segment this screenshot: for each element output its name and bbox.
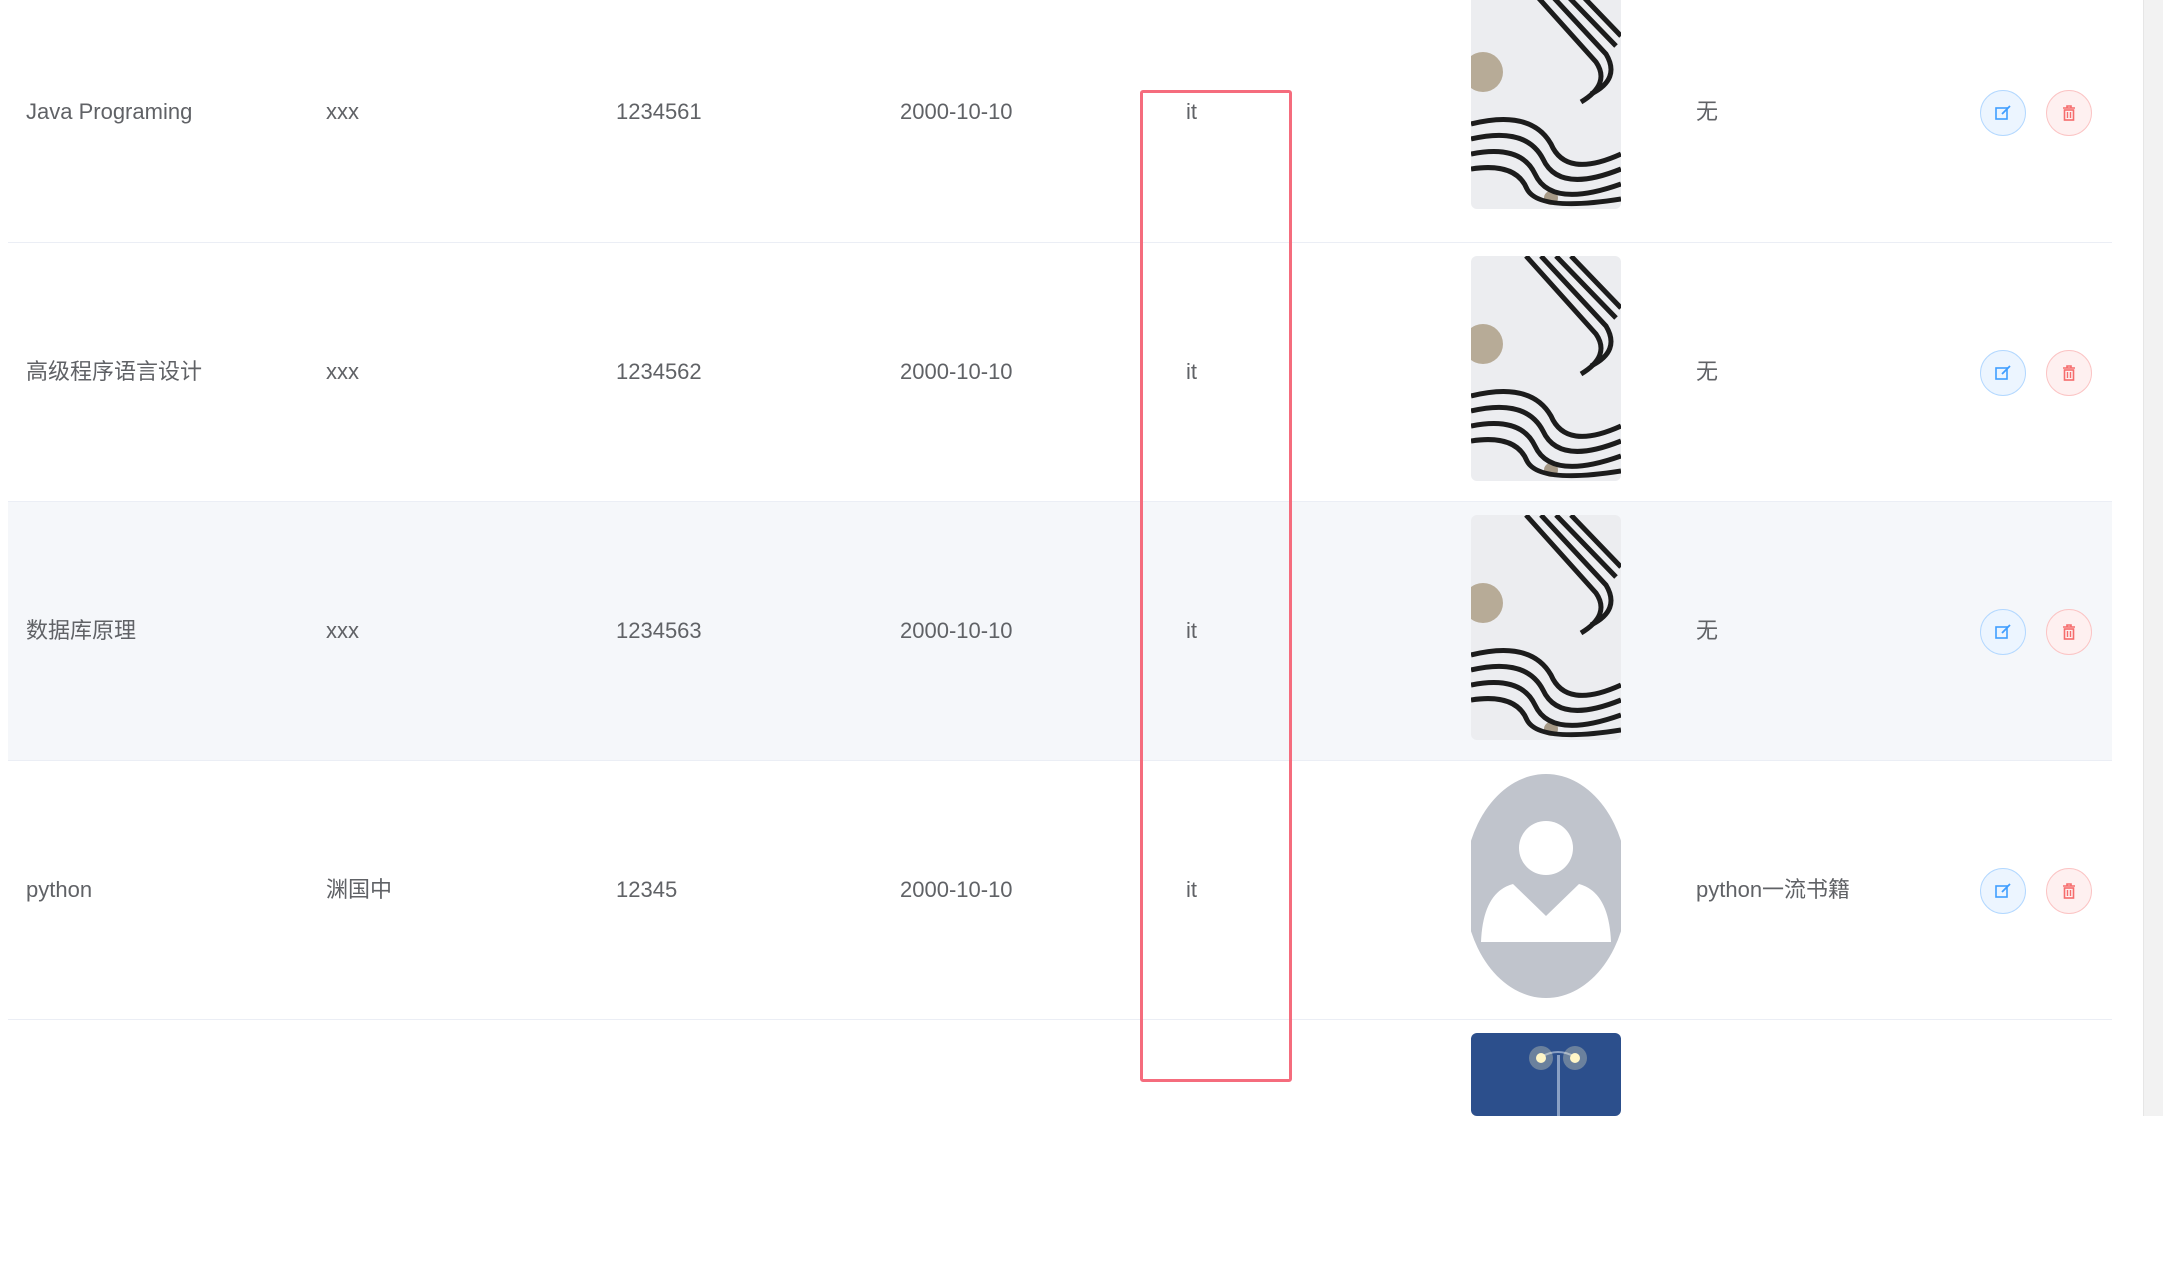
edit-icon — [1995, 365, 2011, 380]
trash-icon — [2063, 105, 2075, 121]
cell-isbn: 12345 — [616, 877, 678, 902]
cell-author: xxx — [326, 359, 359, 384]
trash-icon — [2063, 365, 2075, 381]
cell-note: 无 — [1696, 99, 1719, 124]
table-row: Java Programing xxx 1234561 2000-10-10 i… — [8, 0, 2112, 243]
edit-button[interactable] — [1980, 609, 2026, 655]
ribbon-cover-art — [1471, 256, 1621, 481]
book-cover-image — [1471, 256, 1621, 481]
book-cover-image — [1471, 0, 1621, 209]
cell-name: 高级程序语言设计 — [26, 359, 203, 384]
book-cover-image — [1471, 774, 1621, 999]
delete-button[interactable] — [2046, 609, 2092, 655]
default-avatar-icon — [1471, 774, 1621, 999]
cell-author: xxx — [326, 618, 359, 643]
table-row: 高级程序语言设计 xxx 1234562 2000-10-10 it 无 — [8, 243, 2112, 502]
category-column-highlight — [1140, 90, 1292, 1082]
cell-author: xxx — [326, 99, 359, 124]
ribbon-cover-art — [1471, 0, 1621, 209]
cell-date: 2000-10-10 — [900, 359, 1013, 384]
table-row: python 渊国中 12345 2000-10-10 it python一流书… — [8, 761, 2112, 1020]
delete-button[interactable] — [2046, 350, 2092, 396]
table-row — [8, 1020, 2112, 1279]
cell-date: 2000-10-10 — [900, 618, 1013, 643]
cell-isbn: 1234562 — [616, 359, 702, 384]
edit-button[interactable] — [1980, 90, 2026, 136]
book-cover-image — [1471, 1033, 1621, 1116]
cell-name: Java Programing — [26, 99, 193, 124]
cell-date: 2000-10-10 — [900, 877, 1013, 902]
cell-note: 无 — [1696, 359, 1719, 384]
cell-isbn: 1234561 — [616, 99, 702, 124]
edit-icon — [1995, 624, 2011, 639]
cell-note: python一流书籍 — [1696, 877, 1851, 902]
delete-button[interactable] — [2046, 90, 2092, 136]
vertical-scrollbar[interactable] — [2143, 0, 2163, 1116]
cell-isbn: 1234563 — [616, 618, 702, 643]
delete-button[interactable] — [2046, 868, 2092, 914]
table-row: 数据库原理 xxx 1234563 2000-10-10 it 无 — [8, 502, 2112, 761]
edit-icon — [1995, 883, 2011, 898]
edit-icon — [1995, 105, 2011, 120]
cell-name: python — [26, 877, 93, 902]
ribbon-cover-art — [1471, 515, 1621, 740]
book-cover-image — [1471, 515, 1621, 740]
trash-icon — [2063, 624, 2075, 640]
cell-name: 数据库原理 — [26, 618, 137, 643]
trash-icon — [2063, 883, 2075, 899]
edit-button[interactable] — [1980, 868, 2026, 914]
street-lamp-cover-art — [1471, 1033, 1621, 1116]
cell-note: 无 — [1696, 618, 1719, 643]
cell-date: 2000-10-10 — [900, 99, 1013, 124]
edit-button[interactable] — [1980, 350, 2026, 396]
cell-author: 渊国中 — [326, 877, 393, 902]
